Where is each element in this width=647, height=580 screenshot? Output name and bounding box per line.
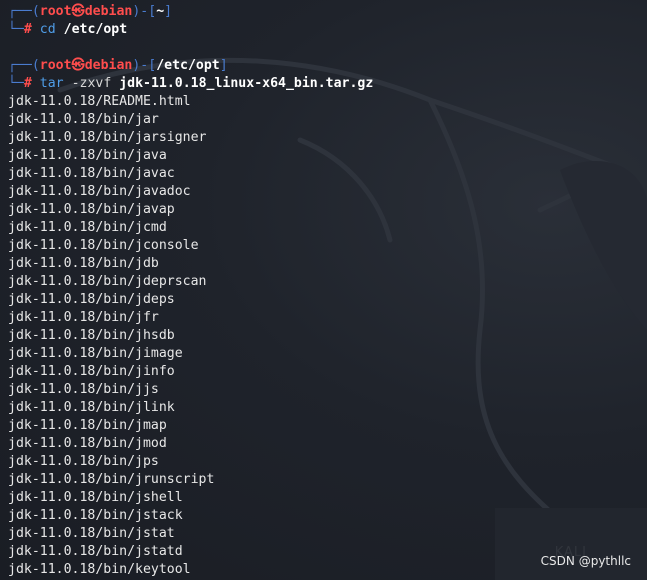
prompt-2-line-1: ┌──(root㉿debian)-[/etc/opt] xyxy=(8,57,647,75)
output-line: jdk-11.0.18/bin/javac xyxy=(8,166,175,181)
prompt-1-line-2: └─# cd /etc/opt xyxy=(8,21,647,39)
command-name: cd xyxy=(39,22,56,37)
prompt-cwd: /etc/opt xyxy=(156,58,220,73)
output-line: jdk-11.0.18/bin/jarsigner xyxy=(8,130,207,145)
output-line: jdk-11.0.18/bin/jdeps xyxy=(8,292,175,307)
prompt-1-line-1: ┌──(root㉿debian)-[~] xyxy=(8,3,647,21)
output-line: jdk-11.0.18/bin/javap xyxy=(8,202,175,217)
output-line: jdk-11.0.18/bin/jconsole xyxy=(8,238,199,253)
prompt-2-line-2: └─# tar -zxvf jdk-11.0.18_linux-x64_bin.… xyxy=(8,75,647,93)
prompt-hash: # xyxy=(23,76,40,91)
output-line: jdk-11.0.18/bin/javadoc xyxy=(8,184,191,199)
tar-output-list: jdk-11.0.18/README.html jdk-11.0.18/bin/j… xyxy=(8,93,647,579)
output-line: jdk-11.0.18/bin/jrunscript xyxy=(8,472,215,487)
prompt-hash: # xyxy=(23,22,40,37)
prompt-cwd: ~ xyxy=(156,4,165,19)
command-name: tar xyxy=(39,76,64,91)
output-line: jdk-11.0.18/bin/java xyxy=(8,148,167,163)
output-line: jdk-11.0.18/bin/jar xyxy=(8,112,159,127)
output-line: jdk-11.0.18/bin/jmod xyxy=(8,436,167,451)
output-line: jdk-11.0.18/bin/jdb xyxy=(8,256,159,271)
prompt-box-mid: )-[ xyxy=(132,58,157,73)
output-line: jdk-11.0.18/bin/jstat xyxy=(8,526,175,541)
output-line: jdk-11.0.18/bin/jlink xyxy=(8,400,175,415)
command-argument: /etc/opt xyxy=(63,22,128,37)
prompt-box-close: ] xyxy=(219,58,228,73)
prompt-box-open: ┌──( xyxy=(8,4,40,19)
output-line: jdk-11.0.18/bin/jhsdb xyxy=(8,328,175,343)
command-flags: -zxvf xyxy=(71,76,112,91)
prompt-user-host: root㉿debian xyxy=(39,58,133,73)
output-line: jdk-11.0.18/bin/jmap xyxy=(8,418,167,433)
csdn-watermark: CSDN @pythllc xyxy=(540,554,631,568)
prompt-box-mid: )-[ xyxy=(132,4,157,19)
output-line: jdk-11.0.18/README.html xyxy=(8,94,191,109)
prompt-box-open: ┌──( xyxy=(8,58,40,73)
output-line: jdk-11.0.18/bin/jcmd xyxy=(8,220,167,235)
terminal-window[interactable]: ┌──(root㉿debian)-[~] └─# cd /etc/opt ┌──… xyxy=(0,0,647,580)
output-line: jdk-11.0.18/bin/jstack xyxy=(8,508,183,523)
prompt-user-host: root㉿debian xyxy=(39,4,133,19)
prompt-box-bottom: └─ xyxy=(8,76,24,91)
output-line: jdk-11.0.18/bin/jshell xyxy=(8,490,183,505)
output-line: jdk-11.0.18/bin/jimage xyxy=(8,346,183,361)
output-line: jdk-11.0.18/bin/jps xyxy=(8,454,159,469)
prompt-box-close: ] xyxy=(164,4,173,19)
output-line: jdk-11.0.18/bin/jinfo xyxy=(8,364,175,379)
output-line: jdk-11.0.18/bin/jdeprscan xyxy=(8,274,207,289)
output-line: jdk-11.0.18/bin/jfr xyxy=(8,310,159,325)
command-argument: jdk-11.0.18_linux-x64_bin.tar.gz xyxy=(119,76,374,91)
terminal-output: ┌──(root㉿debian)-[~] └─# cd /etc/opt ┌──… xyxy=(8,3,647,579)
prompt-box-bottom: └─ xyxy=(8,22,24,37)
output-line: jdk-11.0.18/bin/jjs xyxy=(8,382,159,397)
